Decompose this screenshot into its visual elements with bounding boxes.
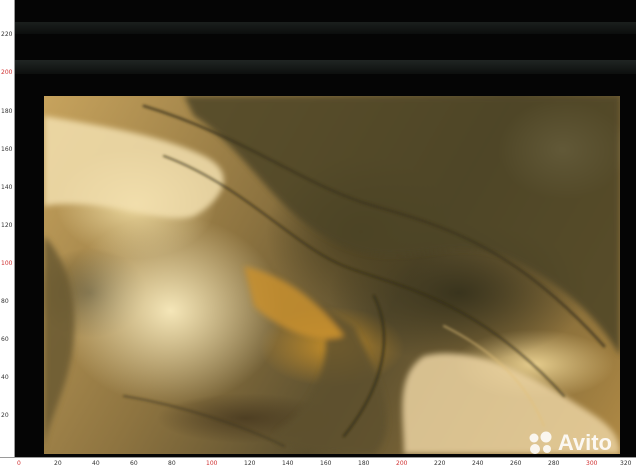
ruler-tick-label: 120 <box>244 460 256 467</box>
ruler-tick-label: 20 <box>54 460 62 467</box>
ruler-tick-label: 200 <box>1 69 13 76</box>
ruler-tick-label: 280 <box>548 460 560 467</box>
dark-background-band <box>14 60 636 74</box>
ruler-tick-label: 80 <box>1 298 9 305</box>
ruler-tick-label: 140 <box>282 460 294 467</box>
dark-background-band <box>14 22 636 34</box>
bottom-measurement-ruler: 0 20 40 60 80 100 120 140 160 180 200 22… <box>0 457 636 470</box>
ruler-tick-label: 100 <box>206 460 218 467</box>
marble-slab-photo <box>44 96 620 454</box>
ruler-tick-label: 180 <box>1 108 13 115</box>
avito-logo-icon <box>529 431 552 454</box>
ruler-tick-label: 300 <box>586 460 598 467</box>
left-measurement-ruler: 220 200 180 160 140 120 100 80 60 40 20 <box>0 0 15 458</box>
ruler-tick-label: 40 <box>1 374 9 381</box>
ruler-tick-label: 60 <box>1 336 9 343</box>
ruler-tick-label: 180 <box>358 460 370 467</box>
ruler-tick-label: 200 <box>396 460 408 467</box>
ruler-tick-label: 320 <box>620 460 632 467</box>
ruler-tick-label: 40 <box>92 460 100 467</box>
ruler-tick-label: 0 <box>17 460 21 467</box>
ruler-tick-label: 20 <box>1 412 9 419</box>
ruler-tick-label: 120 <box>1 222 13 229</box>
ruler-tick-label: 260 <box>510 460 522 467</box>
ruler-tick-label: 100 <box>1 260 13 267</box>
marble-veins <box>44 96 620 454</box>
ruler-tick-label: 160 <box>1 146 13 153</box>
ruler-tick-label: 220 <box>434 460 446 467</box>
ruler-tick-label: 60 <box>130 460 138 467</box>
ruler-tick-label: 80 <box>168 460 176 467</box>
avito-watermark: Avito <box>528 430 612 456</box>
ruler-tick-label: 160 <box>320 460 332 467</box>
ruler-tick-label: 240 <box>472 460 484 467</box>
ruler-tick-label: 140 <box>1 184 13 191</box>
ruler-tick-label: 220 <box>1 31 13 38</box>
watermark-text: Avito <box>557 430 612 455</box>
